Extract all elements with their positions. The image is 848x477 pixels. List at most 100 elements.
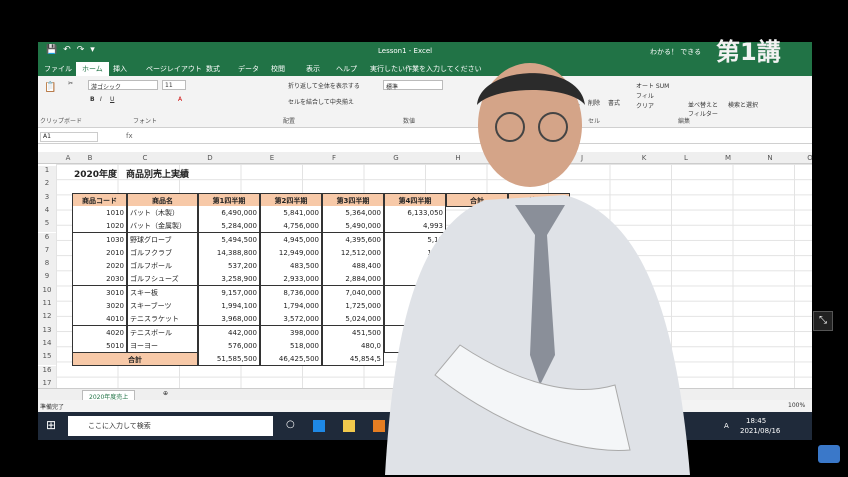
row-header[interactable]: 10	[38, 285, 56, 299]
cell[interactable]: 5,284,000	[198, 219, 260, 234]
row-header[interactable]: 5	[38, 219, 56, 233]
cell[interactable]: ゴルフシューズ	[127, 272, 198, 287]
cell[interactable]: 2030	[72, 272, 127, 287]
cell[interactable]: 野球グローブ	[127, 232, 198, 247]
cell[interactable]: 1010	[72, 205, 127, 220]
column-header[interactable]: N	[758, 154, 782, 162]
cell[interactable]: 商品コード	[72, 192, 127, 207]
cell[interactable]: 第1四半期	[198, 192, 260, 207]
row-header[interactable]: 8	[38, 259, 56, 273]
zoom-level[interactable]: 100%	[788, 402, 805, 409]
row-header[interactable]: 12	[38, 312, 56, 326]
tab-2[interactable]: 挿入	[113, 64, 127, 74]
cell[interactable]: 483,500	[260, 259, 322, 274]
cell[interactable]: 4010	[72, 312, 127, 327]
merge-center-button[interactable]: セルを結合して中央揃え	[288, 97, 354, 106]
cell[interactable]: 3,258,900	[198, 272, 260, 287]
row-header[interactable]: 14	[38, 338, 56, 353]
cell[interactable]: 1030	[72, 232, 127, 247]
wrap-text-button[interactable]: 折り返して全体を表示する	[288, 81, 360, 90]
cell[interactable]: 1,994,100	[198, 299, 260, 313]
cell[interactable]: スキー板	[127, 285, 198, 300]
tab-7[interactable]: 表示	[306, 64, 320, 74]
task-view-icon[interactable]: ○	[286, 419, 298, 431]
cell[interactable]: 12,949,000	[260, 245, 322, 260]
underline-button[interactable]: U	[110, 96, 114, 103]
row-header[interactable]: 11	[38, 299, 56, 313]
cell[interactable]: 合計	[72, 352, 198, 367]
cell[interactable]: テニスボール	[127, 325, 198, 340]
cell[interactable]: 576,000	[198, 338, 260, 353]
row-header[interactable]: 1	[38, 166, 56, 180]
font-color-icon[interactable]: A	[178, 96, 182, 103]
italic-button[interactable]: I	[100, 96, 102, 103]
cell[interactable]: 1,794,000	[260, 299, 322, 313]
cell[interactable]: 398,000	[260, 325, 322, 340]
add-sheet-icon[interactable]: ⊕	[163, 390, 168, 397]
cell[interactable]: 2010	[72, 245, 127, 260]
edge-icon[interactable]	[313, 420, 325, 432]
cell[interactable]: 442,000	[198, 325, 260, 340]
row-header[interactable]: 16	[38, 365, 56, 379]
name-box[interactable]: A1	[40, 132, 98, 142]
cell[interactable]: 5010	[72, 338, 127, 353]
cell[interactable]: ヨーヨー	[127, 338, 198, 353]
quick-access-toolbar[interactable]: 💾↶↷▾	[46, 45, 101, 55]
cell[interactable]: 4,945,000	[260, 232, 322, 247]
column-header[interactable]: E	[260, 154, 284, 162]
cell[interactable]: 46,425,500	[260, 352, 322, 367]
column-header[interactable]: C	[133, 154, 157, 162]
cell[interactable]: 9,157,000	[198, 285, 260, 300]
fx-icon[interactable]: fx	[126, 132, 133, 140]
cell[interactable]: 4020	[72, 325, 127, 340]
row-header[interactable]: 4	[38, 205, 56, 220]
cell[interactable]: ゴルフクラブ	[127, 245, 198, 260]
cell[interactable]: バット（金属製）	[127, 219, 198, 234]
row-header[interactable]: 13	[38, 325, 56, 339]
cut-icon[interactable]: ✂	[68, 80, 73, 87]
cell[interactable]: 1020	[72, 219, 127, 234]
row-header[interactable]: 3	[38, 192, 56, 206]
tab-1[interactable]: ホーム	[76, 62, 109, 76]
expand-icon[interactable]: ⤡	[813, 311, 833, 331]
column-header[interactable]: A	[56, 154, 80, 162]
find-select-button[interactable]: 検索と選択	[728, 100, 758, 109]
cell[interactable]: 518,000	[260, 338, 322, 353]
cell[interactable]: 3,968,000	[198, 312, 260, 327]
cell[interactable]: ゴルフボール	[127, 259, 198, 274]
sheet-title[interactable]: 2020年度 商品別売上実績	[74, 168, 189, 182]
cell[interactable]: 537,200	[198, 259, 260, 274]
column-header[interactable]: F	[322, 154, 346, 162]
cell[interactable]: 2020	[72, 259, 127, 274]
tab-0[interactable]: ファイル	[44, 64, 72, 74]
cell[interactable]: 商品名	[127, 192, 198, 207]
cell[interactable]: 14,388,800	[198, 245, 260, 260]
tab-4[interactable]: 数式	[206, 64, 220, 74]
font-name-select[interactable]: 游ゴシック	[88, 80, 158, 91]
column-header[interactable]: O	[798, 154, 812, 162]
row-header[interactable]: 7	[38, 245, 56, 260]
windows-start-icon[interactable]: ⊞	[46, 418, 56, 432]
cell[interactable]: 8,736,000	[260, 285, 322, 300]
cell[interactable]: 5,841,000	[260, 205, 322, 220]
cell[interactable]: 5,494,500	[198, 232, 260, 247]
row-header[interactable]: 6	[38, 232, 56, 246]
cell[interactable]: 6,490,000	[198, 205, 260, 220]
tab-8[interactable]: ヘルプ	[336, 64, 357, 74]
cell[interactable]: バット（木製）	[127, 205, 198, 220]
row-header[interactable]: 2	[38, 179, 56, 193]
tab-6[interactable]: 校閲	[271, 64, 285, 74]
row-header[interactable]: 15	[38, 352, 56, 366]
cell[interactable]: 第2四半期	[260, 192, 322, 207]
column-header[interactable]: M	[716, 154, 740, 162]
cell[interactable]: 51,585,500	[198, 352, 260, 367]
cell[interactable]: 2,933,000	[260, 272, 322, 287]
cell[interactable]: 4,756,000	[260, 219, 322, 234]
column-header[interactable]: B	[78, 154, 102, 162]
paste-icon[interactable]: 📋	[44, 82, 56, 93]
tab-5[interactable]: データ	[238, 64, 259, 74]
cell[interactable]: テニスラケット	[127, 312, 198, 327]
tab-3[interactable]: ページレイアウト	[146, 64, 202, 74]
cell[interactable]: 3020	[72, 299, 127, 313]
column-header[interactable]: D	[198, 154, 222, 162]
